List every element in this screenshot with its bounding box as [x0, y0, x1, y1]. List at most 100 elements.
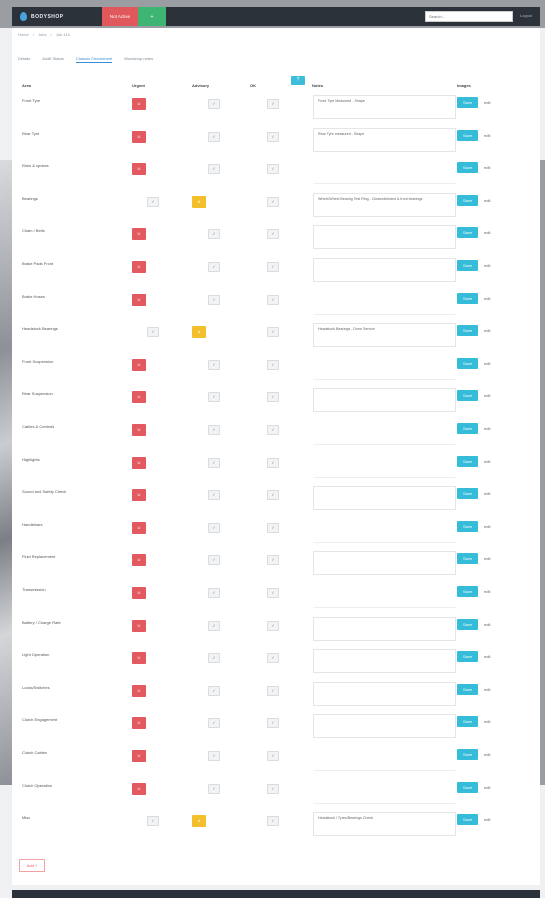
- ok-checkbox[interactable]: ✓: [267, 816, 279, 827]
- row-save-button[interactable]: Save: [457, 520, 478, 532]
- notes-textarea[interactable]: [313, 453, 456, 478]
- row-edit-link[interactable]: edit: [484, 719, 490, 724]
- urgent-toggle[interactable]: U: [132, 358, 146, 371]
- urgent-toggle[interactable]: U: [132, 391, 146, 404]
- notes-textarea[interactable]: Wheel/Wheel Bearing Test Ring - Cleaned/…: [313, 192, 456, 217]
- ok-checkbox[interactable]: ✓: [267, 229, 279, 240]
- ok-checkbox[interactable]: ✓: [267, 653, 279, 664]
- urgent-toggle[interactable]: U: [132, 717, 146, 730]
- urgent-checkbox[interactable]: ✓: [147, 196, 159, 207]
- row-edit-link[interactable]: edit: [484, 198, 490, 203]
- ok-checkbox[interactable]: ✓: [267, 131, 279, 142]
- advisory-checkbox[interactable]: ✓: [208, 392, 220, 403]
- row-save-button[interactable]: Save: [457, 423, 478, 434]
- row-save-button[interactable]: Save: [457, 814, 478, 826]
- row-edit-link[interactable]: edit: [484, 817, 490, 822]
- row-edit-link[interactable]: edit: [484, 230, 490, 235]
- row-edit-link[interactable]: edit: [484, 426, 490, 431]
- row-edit-link[interactable]: edit: [484, 785, 490, 790]
- help-button[interactable]: ?: [291, 76, 305, 85]
- tab-chassis-checksheet[interactable]: Chassis Checksheet: [75, 56, 113, 63]
- notes-textarea[interactable]: [313, 421, 456, 445]
- row-edit-link[interactable]: edit: [484, 361, 490, 366]
- row-edit-link[interactable]: edit: [484, 133, 490, 138]
- advisory-checkbox[interactable]: ✓: [208, 555, 220, 566]
- advisory-checkbox[interactable]: ✓: [208, 522, 220, 533]
- advisory-checkbox[interactable]: ✓: [208, 164, 220, 175]
- notes-textarea[interactable]: Headstock Bearings - Done Service: [313, 323, 456, 348]
- advisory-checkbox[interactable]: ✓: [208, 718, 220, 729]
- search-input[interactable]: [425, 11, 513, 22]
- row-save-button[interactable]: Save: [457, 292, 478, 304]
- row-save-button[interactable]: Save: [457, 97, 478, 108]
- ok-checkbox[interactable]: ✓: [267, 457, 279, 468]
- advisory-checkbox[interactable]: ✓: [208, 783, 220, 794]
- row-save-button[interactable]: Save: [457, 390, 478, 402]
- advisory-checkbox[interactable]: ✓: [208, 99, 220, 109]
- notes-textarea[interactable]: [313, 160, 456, 185]
- add-item-button[interactable]: Add +: [19, 859, 45, 872]
- row-save-button[interactable]: Save: [457, 455, 478, 467]
- notes-textarea[interactable]: [313, 258, 456, 282]
- notes-textarea[interactable]: [313, 355, 456, 380]
- advisory-checkbox[interactable]: ✓: [208, 751, 220, 761]
- row-edit-link[interactable]: edit: [484, 556, 490, 561]
- ok-checkbox[interactable]: ✓: [267, 196, 279, 207]
- row-save-button[interactable]: Save: [457, 162, 478, 174]
- tab-audit-status[interactable]: Audit Status: [42, 56, 64, 63]
- ok-checkbox[interactable]: ✓: [267, 392, 279, 403]
- advisory-checkbox[interactable]: ✓: [208, 294, 220, 305]
- ok-checkbox[interactable]: ✓: [267, 620, 279, 631]
- urgent-toggle[interactable]: U: [132, 684, 146, 697]
- advisory-toggle[interactable]: A: [192, 815, 206, 828]
- notes-textarea[interactable]: [313, 290, 456, 315]
- add-button[interactable]: +: [138, 7, 166, 26]
- urgent-toggle[interactable]: U: [132, 98, 146, 110]
- row-edit-link[interactable]: edit: [484, 491, 490, 496]
- logout-link[interactable]: Logout: [520, 13, 532, 18]
- advisory-checkbox[interactable]: ✓: [208, 490, 220, 501]
- row-edit-link[interactable]: edit: [484, 654, 490, 659]
- row-edit-link[interactable]: edit: [484, 687, 490, 692]
- urgent-toggle[interactable]: U: [132, 163, 146, 176]
- notes-textarea[interactable]: Headstock / Tyres/Bearings Check: [313, 812, 456, 837]
- notes-textarea[interactable]: [313, 681, 456, 706]
- tab-workshop-notes[interactable]: Workshop notes: [124, 56, 153, 63]
- row-save-button[interactable]: Save: [457, 194, 478, 206]
- row-save-button[interactable]: Save: [457, 129, 478, 141]
- urgent-toggle[interactable]: U: [132, 489, 146, 502]
- ok-checkbox[interactable]: ✓: [267, 327, 279, 338]
- urgent-toggle[interactable]: U: [132, 293, 146, 306]
- advisory-toggle[interactable]: A: [192, 195, 206, 208]
- urgent-toggle[interactable]: U: [132, 130, 146, 143]
- ok-checkbox[interactable]: ✓: [267, 751, 279, 761]
- advisory-checkbox[interactable]: ✓: [208, 685, 220, 696]
- urgent-toggle[interactable]: U: [132, 261, 146, 273]
- advisory-checkbox[interactable]: ✓: [208, 620, 220, 631]
- notes-textarea[interactable]: [313, 584, 456, 608]
- urgent-toggle[interactable]: U: [132, 424, 146, 436]
- notes-textarea[interactable]: [313, 486, 456, 511]
- row-edit-link[interactable]: edit: [484, 100, 490, 105]
- ok-checkbox[interactable]: ✓: [267, 522, 279, 533]
- row-edit-link[interactable]: edit: [484, 589, 490, 594]
- notes-textarea[interactable]: [313, 649, 456, 674]
- ok-checkbox[interactable]: ✓: [267, 99, 279, 109]
- urgent-toggle[interactable]: U: [132, 619, 146, 632]
- row-edit-link[interactable]: edit: [484, 328, 490, 333]
- row-save-button[interactable]: Save: [457, 618, 478, 630]
- notes-textarea[interactable]: Rear Tyre measured - Shape: [313, 127, 456, 152]
- ok-checkbox[interactable]: ✓: [267, 425, 279, 435]
- row-save-button[interactable]: Save: [457, 683, 478, 695]
- row-save-button[interactable]: Save: [457, 651, 478, 663]
- notes-textarea[interactable]: Front Tyre Measured - Shape: [313, 95, 456, 119]
- row-edit-link[interactable]: edit: [484, 393, 490, 398]
- row-save-button[interactable]: Save: [457, 781, 478, 793]
- ok-checkbox[interactable]: ✓: [267, 490, 279, 501]
- urgent-checkbox[interactable]: ✓: [147, 816, 159, 827]
- advisory-checkbox[interactable]: ✓: [208, 262, 220, 272]
- notes-textarea[interactable]: [313, 616, 456, 641]
- urgent-toggle[interactable]: U: [132, 587, 146, 599]
- ok-checkbox[interactable]: ✓: [267, 164, 279, 175]
- advisory-checkbox[interactable]: ✓: [208, 425, 220, 435]
